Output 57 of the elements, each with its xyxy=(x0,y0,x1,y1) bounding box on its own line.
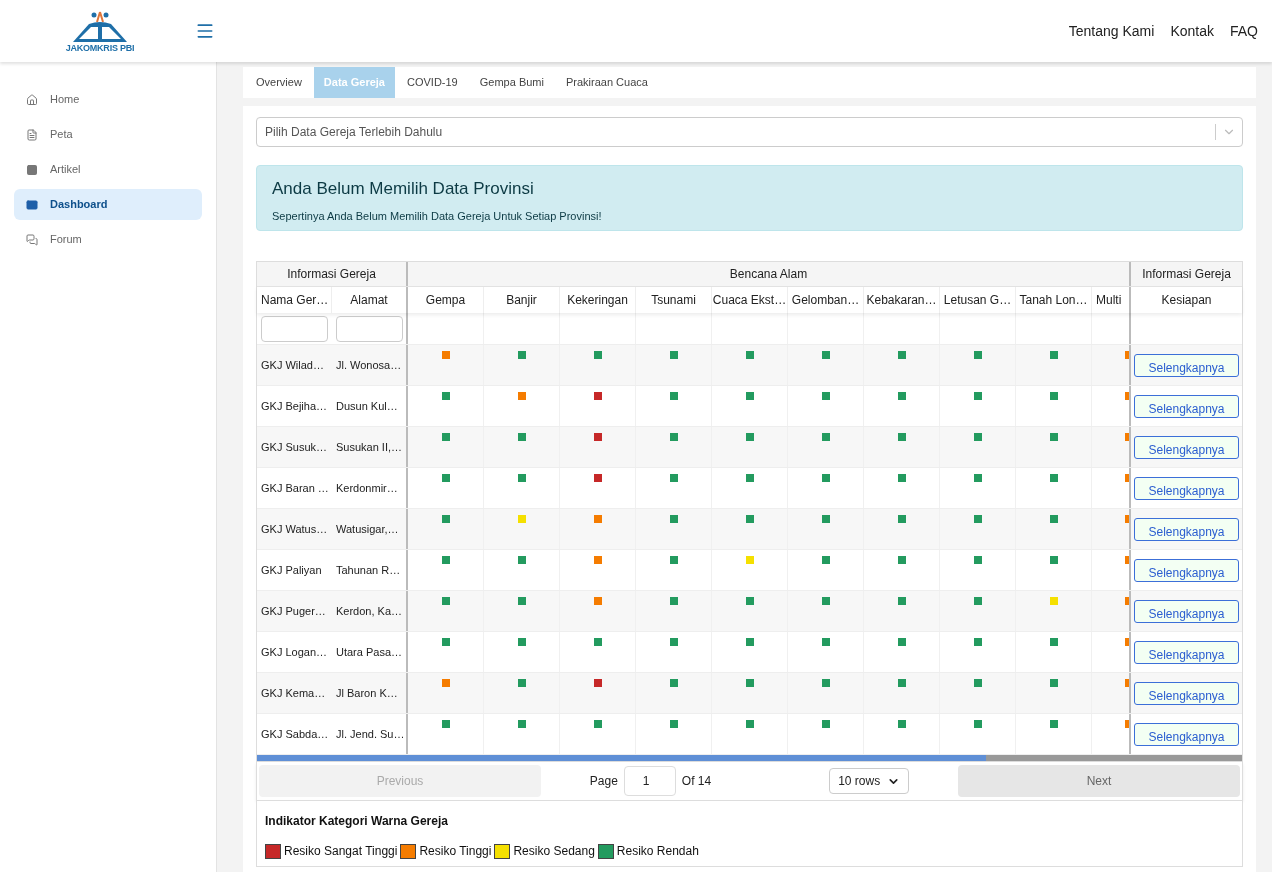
nav-link[interactable]: Tentang Kami xyxy=(1068,20,1155,42)
group-header: Informasi Gereja xyxy=(1141,266,1232,283)
page-field[interactable]: 1 xyxy=(623,766,676,796)
church-select[interactable]: Pilih Data Gereja Terlebih Dahulu xyxy=(256,117,1243,147)
table-cell-text: GKJ Watus… xyxy=(260,521,329,537)
sidebar-item[interactable]: Artikel xyxy=(14,154,202,185)
details-button[interactable]: Selengkapnya xyxy=(1134,353,1239,377)
rows-select[interactable]: 10 rows xyxy=(829,768,910,794)
details-button[interactable]: Selengkapnya xyxy=(1134,599,1239,623)
legend-title: Indikator Kategori Warna Gereja xyxy=(265,813,449,830)
filter-field[interactable] xyxy=(261,315,328,342)
table-cell-text: GKJ Bejiha… xyxy=(260,398,329,414)
table-cell-text: GKJ Susuk… xyxy=(260,439,329,455)
nav-link[interactable]: Kontak xyxy=(1170,20,1214,42)
tab[interactable]: COVID-19 xyxy=(397,67,468,98)
details-button[interactable]: Selengkapnya xyxy=(1134,558,1239,582)
table-cell-text: GKJ Sabda… xyxy=(260,726,330,742)
menu-icon[interactable] xyxy=(195,21,215,41)
table-cell-text: GKJ Baran … xyxy=(260,480,330,496)
table-cell-text: GKJ Puger… xyxy=(260,603,327,619)
legend-label: Resiko Sangat Tinggi xyxy=(284,843,398,860)
column-header[interactable]: Kesiapan xyxy=(1131,287,1242,313)
filter-field[interactable] xyxy=(336,315,403,342)
details-button[interactable]: Selengkapnya xyxy=(1134,435,1239,459)
alert-title: Anda Belum Memilih Data Provinsi xyxy=(272,178,535,200)
tab[interactable]: Gempa Bumi xyxy=(469,67,554,98)
details-button[interactable]: Selengkapnya xyxy=(1134,476,1239,500)
details-button[interactable]: Selengkapnya xyxy=(1134,640,1239,664)
details-button[interactable]: Selengkapnya xyxy=(1134,517,1239,541)
legend-label: Resiko Rendah xyxy=(616,843,699,860)
square-icon xyxy=(26,163,38,176)
page-count: Of 14 xyxy=(681,773,712,790)
sidebar-item[interactable]: Forum xyxy=(14,224,202,255)
table-cell-text: GKJ Kema… xyxy=(260,685,327,701)
details-button[interactable]: Selengkapnya xyxy=(1134,681,1239,705)
table-cell-text: GKJ Paliyan xyxy=(260,562,323,578)
nav-link[interactable]: FAQ xyxy=(1230,20,1258,42)
alert-message: Sepertinya Anda Belum Memilih Data Gereja Untuk Setiap Provinsi! xyxy=(272,208,603,224)
document-icon xyxy=(26,128,38,141)
details-button[interactable]: Selengkapnya xyxy=(1134,722,1239,746)
logo-text: JAKOMKRIS PBI xyxy=(65,43,135,53)
tab[interactable]: Overview xyxy=(246,67,312,98)
chat-icon xyxy=(26,233,38,246)
legend-label: Resiko Tinggi xyxy=(419,843,492,860)
next-button[interactable]: Next xyxy=(958,765,1240,797)
horizontal-scrollbar[interactable] xyxy=(257,755,1242,761)
mail-icon xyxy=(26,198,38,211)
sidebar-item[interactable]: Dashboard xyxy=(14,189,202,220)
details-button[interactable]: Selengkapnya xyxy=(1134,394,1239,418)
sidebar-item[interactable]: Peta xyxy=(14,119,202,150)
page-label: Page xyxy=(589,773,618,790)
house-icon xyxy=(26,93,38,106)
legend-label: Resiko Sedang xyxy=(513,843,595,860)
table-cell-text: GKJ Wilad… xyxy=(260,357,325,373)
tab[interactable]: Prakiraan Cuaca xyxy=(555,67,658,98)
table-cell-text: GKJ Logan… xyxy=(260,644,329,660)
sidebar-item[interactable]: Home xyxy=(14,84,202,115)
